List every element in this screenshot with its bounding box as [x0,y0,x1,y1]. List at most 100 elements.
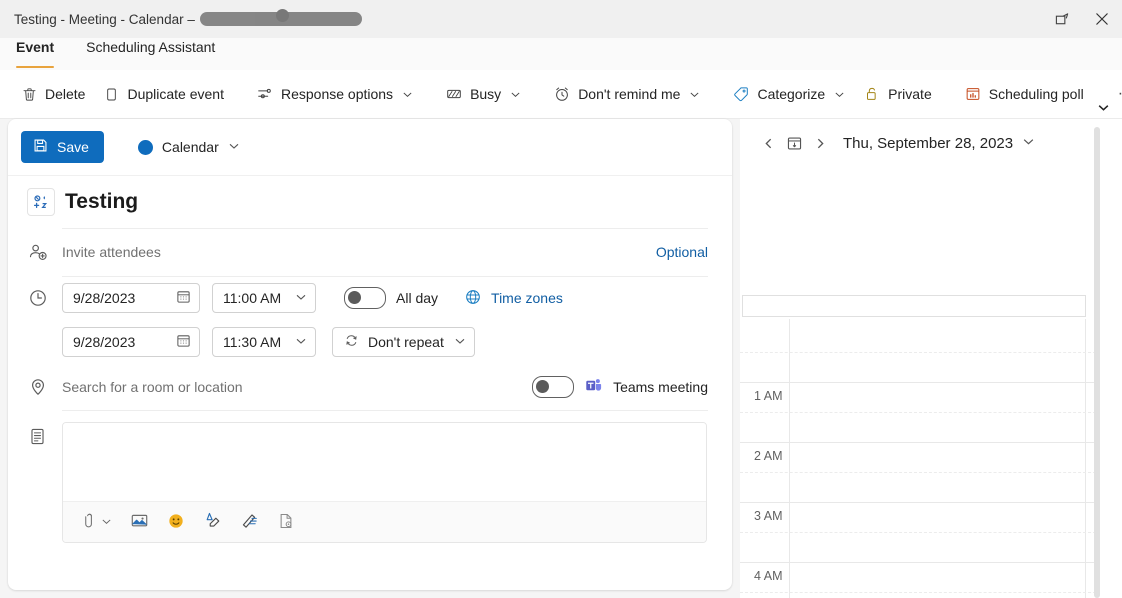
busy-status-button[interactable]: Busy [436,78,530,110]
chevron-down-icon [454,334,466,350]
end-time-value: 11:30 AM [223,334,282,350]
calendar-name-label: Calendar [161,139,219,155]
all-day-label: All day [396,290,439,306]
tab-scheduling-assistant[interactable]: Scheduling Assistant [70,31,231,70]
attach-file-button[interactable] [81,512,112,532]
all-day-control[interactable]: All day [344,287,438,309]
chevron-down-icon [510,89,521,100]
categorize-button[interactable]: Categorize [723,78,854,110]
response-options-button[interactable]: Response options [247,78,422,110]
end-time-input[interactable]: 11:30 AM [212,327,316,357]
all-day-toggle[interactable] [344,287,386,309]
private-button[interactable]: Private [854,78,941,110]
expand-ribbon-button[interactable] [1092,97,1114,117]
content-area: Save Calendar Testing Invite attendees O… [0,119,1122,598]
teams-icon [584,376,603,398]
end-datetime-row: 9/28/2023 11:30 AM Don't repeat [8,320,732,364]
time-zones-control[interactable]: Time zones [464,288,563,309]
repeat-select[interactable]: Don't repeat [332,327,475,357]
chevron-down-icon [295,334,307,350]
calendar-picker[interactable]: Calendar [132,132,246,162]
start-date-value: 9/28/2023 [73,290,136,306]
hour-label: 4 AM [754,569,783,583]
event-title-input[interactable]: Testing [62,190,138,214]
private-label: Private [888,86,932,102]
optional-attendees-link[interactable]: Optional [656,244,708,260]
hour-label: 1 AM [754,389,783,403]
go-to-today-button[interactable] [782,130,806,156]
event-form: Testing Invite attendees Optional 9/28/2… [8,176,732,543]
location-row: Search for a room or location Teams meet… [8,364,732,411]
day-grid-inner: 1 AM 2 AM 3 AM 4 AM 5 AM 6 AM [740,319,1122,598]
teams-meeting-control[interactable]: Teams meeting [532,375,708,398]
duplicate-event-label: Duplicate event [127,86,224,102]
body-row [8,410,732,543]
chevron-down-icon [402,89,413,100]
start-time-input[interactable]: 11:00 AM [212,283,316,313]
reminder-label: Don't remind me [578,86,681,102]
insert-picture-button[interactable] [130,511,149,533]
time-zones-link[interactable]: Time zones [491,290,563,306]
teams-meeting-toggle-knob [536,379,550,393]
chevron-down-icon [1098,104,1108,111]
previous-day-button[interactable] [756,130,780,156]
composer-toolbar [63,501,706,542]
save-button[interactable]: Save [21,131,104,163]
tab-scheduling-assistant-label: Scheduling Assistant [86,39,216,55]
restore-window-button[interactable] [1042,0,1082,38]
calendar-preview-pane: Thu, September 28, 2023 1 AM 2 AM 3 AM 4… [740,119,1122,598]
description-icon [31,428,44,445]
event-body-input[interactable] [63,423,706,501]
teams-meeting-label: Teams meeting [613,378,708,395]
chevron-down-icon [295,290,307,306]
hour-line [740,502,1096,503]
duplicate-event-button[interactable]: Duplicate event [94,78,233,110]
scheduling-poll-button[interactable]: Scheduling poll [955,78,1093,110]
all-day-toggle-knob [348,291,361,304]
today-calendar-icon [787,136,801,150]
poll-icon [964,85,982,103]
start-date-input[interactable]: 9/28/2023 [62,283,200,313]
command-bar: Delete Duplicate event Response options [0,70,1122,119]
location-input[interactable]: Search for a room or location [62,379,243,395]
half-hour-line [740,472,1096,473]
outlook-event-window: Testing - Meeting - Calendar – Event Sch… [0,0,1122,598]
save-icon [33,138,48,156]
save-label: Save [57,139,89,155]
end-date-input[interactable]: 9/28/2023 [62,327,200,357]
chevron-down-icon [1022,135,1035,152]
day-grid[interactable]: 1 AM 2 AM 3 AM 4 AM 5 AM 6 AM [740,319,1122,598]
highlighter-button[interactable] [203,511,222,533]
attendees-gutter [28,242,62,263]
close-icon [1096,13,1108,25]
signature-button[interactable] [240,511,259,533]
reminder-button[interactable]: Don't remind me [544,78,709,110]
close-window-button[interactable] [1082,0,1122,38]
delete-button[interactable]: Delete [12,78,94,110]
calendar-color-dot [137,139,153,155]
globe-icon [464,288,482,309]
tab-event[interactable]: Event [14,31,70,70]
tabstrip: Event Scheduling Assistant [0,38,1122,70]
signature-icon [240,511,259,533]
busy-icon [445,85,463,103]
lock-icon [863,85,881,103]
response-options-label: Response options [280,86,394,102]
insert-emoji-button[interactable] [167,512,185,533]
attendees-input[interactable]: Invite attendees [62,244,161,260]
teams-meeting-toggle[interactable] [532,375,575,398]
delete-label: Delete [45,86,86,102]
calendar-date-picker[interactable]: Thu, September 28, 2023 [843,135,1035,152]
sliders-icon [256,85,274,103]
title-row: Testing [8,176,732,229]
hour-line [740,562,1096,563]
all-day-events-strip[interactable] [742,295,1086,317]
draft-template-button[interactable] [277,512,295,533]
event-body-composer [62,422,707,543]
repeat-icon [343,332,360,352]
calendar-date-label: Thu, September 28, 2023 [843,134,1014,152]
chevron-down-icon [228,139,240,155]
tag-icon [732,85,750,103]
calendar-scrollbar[interactable] [1094,127,1100,598]
next-day-button[interactable] [808,130,832,156]
